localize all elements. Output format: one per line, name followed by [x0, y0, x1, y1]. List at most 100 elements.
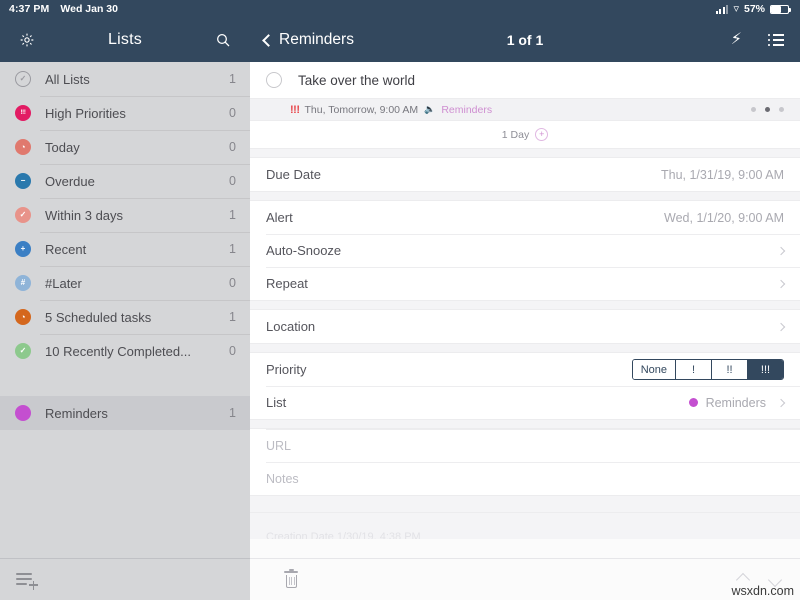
field-label-priority: Priority	[266, 362, 306, 377]
detail-navbar: Reminders 1 of 1 ⚡︎	[250, 18, 800, 62]
list-color-icon: ✓	[15, 343, 31, 359]
checkbox-circle-icon[interactable]	[266, 72, 282, 88]
chevron-right-icon	[777, 279, 785, 287]
add-list-icon[interactable]	[16, 571, 38, 589]
sidebar-item-label: #Later	[45, 276, 229, 291]
sidebar-item-recent[interactable]: + Recent1	[0, 232, 250, 266]
url-field[interactable]: URL	[250, 429, 800, 462]
section-separator-5	[250, 419, 800, 429]
sidebar-item-count: 0	[229, 106, 236, 120]
status-date: Wed Jan 30	[60, 3, 118, 15]
detail-body: Take over the world !!! Thu, Tomorrow, 9…	[250, 62, 800, 558]
detail-nav-actions: ⚡︎	[731, 32, 784, 48]
add-circle-icon[interactable]: +	[535, 128, 548, 141]
sidebar-item-label: Today	[45, 140, 229, 155]
priority-segmented-control[interactable]: None ! !! !!!	[632, 359, 784, 380]
section-separator-2	[250, 191, 800, 201]
priority-option-medium[interactable]: !!	[711, 360, 747, 379]
section-separator-4	[250, 343, 800, 353]
field-row-due-date[interactable]: Due Date Thu, 1/31/19, 9:00 AM	[250, 158, 800, 191]
page-dots[interactable]	[751, 107, 784, 112]
sidebar-group-separator	[0, 368, 250, 396]
field-value-alert: Wed, 1/1/20, 9:00 AM	[664, 211, 784, 225]
field-label-repeat: Repeat	[266, 276, 308, 291]
notes-field[interactable]: Notes	[250, 462, 800, 495]
field-row-repeat[interactable]: Repeat	[250, 267, 800, 300]
status-indicators: ▿ 57%	[716, 3, 792, 15]
sidebar-item-label: Reminders	[45, 406, 229, 421]
field-label-auto-snooze: Auto-Snooze	[266, 243, 341, 258]
section-separator	[250, 148, 800, 158]
sidebar-item-5-scheduled-tasks[interactable]: ◔5 Scheduled tasks1	[0, 300, 250, 334]
list-menu-icon[interactable]	[768, 34, 784, 46]
sidebar-item-count: 0	[229, 174, 236, 188]
task-meta-row: !!! Thu, Tomorrow, 9:00 AM 🔈 Reminders	[250, 98, 800, 121]
list-color-dot-icon	[689, 398, 698, 407]
sidebar-item-count: 0	[229, 140, 236, 154]
section-separator-6	[250, 495, 800, 513]
field-row-location[interactable]: Location	[250, 310, 800, 343]
field-label-alert: Alert	[266, 210, 293, 225]
sidebar-item-within-3-days[interactable]: ✓Within 3 days1	[0, 198, 250, 232]
list-color-icon: ◔	[15, 139, 31, 155]
priority-option-none[interactable]: None	[633, 360, 675, 379]
task-navigation	[738, 575, 780, 585]
sidebar-item-all-lists[interactable]: ✓All Lists1	[0, 62, 250, 96]
smart-lists-group: ✓All Lists1!!!High Priorities0◔Today0−Ov…	[0, 62, 250, 368]
snooze-label: 1 Day	[502, 129, 529, 141]
sidebar-item-label: Within 3 days	[45, 208, 229, 223]
list-color-icon: #	[15, 275, 31, 291]
sidebar-item-10-recently-completed[interactable]: ✓ 10 Recently Completed...0	[0, 334, 250, 368]
chevron-right-icon	[777, 398, 785, 406]
sidebar-item-label: High Priorities	[45, 106, 229, 121]
gear-icon[interactable]	[14, 27, 40, 53]
signal-bars-icon	[716, 5, 729, 14]
snooze-row[interactable]: 1 Day +	[250, 121, 800, 148]
sidebar-item-reminders[interactable]: Reminders1	[0, 396, 250, 430]
section-separator-3	[250, 300, 800, 310]
list-color-icon: +	[15, 241, 31, 257]
sidebar-item-high-priorities[interactable]: !!!High Priorities0	[0, 96, 250, 130]
sidebar-item-overdue[interactable]: −Overdue0	[0, 164, 250, 198]
status-time: 4:37 PM	[9, 3, 49, 15]
sidebar-item-count: 1	[229, 310, 236, 324]
field-value-due-date: Thu, 1/31/19, 9:00 AM	[661, 168, 784, 182]
sidebar-title: Lists	[108, 31, 142, 49]
back-label: Reminders	[279, 31, 354, 49]
task-list-label: Reminders	[441, 104, 492, 116]
sidebar-item-today[interactable]: ◔ Today0	[0, 130, 250, 164]
field-label-list: List	[266, 395, 286, 410]
sidebar-item-count: 0	[229, 344, 236, 358]
speaker-icon: 🔈	[424, 104, 435, 115]
wifi-icon: ▿	[733, 4, 739, 15]
sidebar-item-count: 1	[229, 242, 236, 256]
sidebar-item-count: 0	[229, 276, 236, 290]
user-lists-group: Reminders1	[0, 396, 250, 430]
back-button[interactable]: Reminders	[260, 31, 354, 49]
task-title: Take over the world	[298, 73, 415, 88]
app-window: 4:37 PM Wed Jan 30 ▿ 57% Lists	[0, 0, 800, 600]
sidebar-item-label: Recent	[45, 242, 229, 257]
trash-icon[interactable]	[284, 571, 298, 588]
field-row-auto-snooze[interactable]: Auto-Snooze	[250, 234, 800, 267]
list-color-icon	[15, 405, 31, 421]
field-row-priority[interactable]: Priority None ! !! !!!	[250, 353, 800, 386]
lightning-bolt-icon[interactable]: ⚡︎	[731, 32, 742, 48]
search-icon[interactable]	[210, 27, 236, 53]
priority-option-low[interactable]: !	[675, 360, 711, 379]
priority-option-high[interactable]: !!!	[747, 360, 783, 379]
field-label-location: Location	[266, 319, 315, 334]
sidebar-list: ✓All Lists1!!!High Priorities0◔Today0−Ov…	[0, 62, 250, 558]
field-row-list[interactable]: List Reminders	[250, 386, 800, 419]
field-row-alert[interactable]: Alert Wed, 1/1/20, 9:00 AM	[250, 201, 800, 234]
creation-date-row-clipped: Creation Date 1/30/19, 4:38 PM	[250, 513, 800, 539]
sidebar-item-label: 10 Recently Completed...	[45, 344, 229, 359]
sidebar: Lists ✓All Lists1!!!High Priorities0 ◔ Tod…	[0, 0, 250, 600]
task-title-row[interactable]: Take over the world	[250, 62, 800, 98]
list-color-icon: ✓	[15, 207, 31, 223]
list-color-icon: −	[15, 173, 31, 189]
sidebar-item-later[interactable]: # #Later0	[0, 266, 250, 300]
notes-placeholder: Notes	[266, 472, 299, 486]
status-bar: 4:37 PM Wed Jan 30 ▿ 57%	[0, 0, 800, 18]
detail-pane: Reminders 1 of 1 ⚡︎ Take over the world …	[250, 0, 800, 600]
